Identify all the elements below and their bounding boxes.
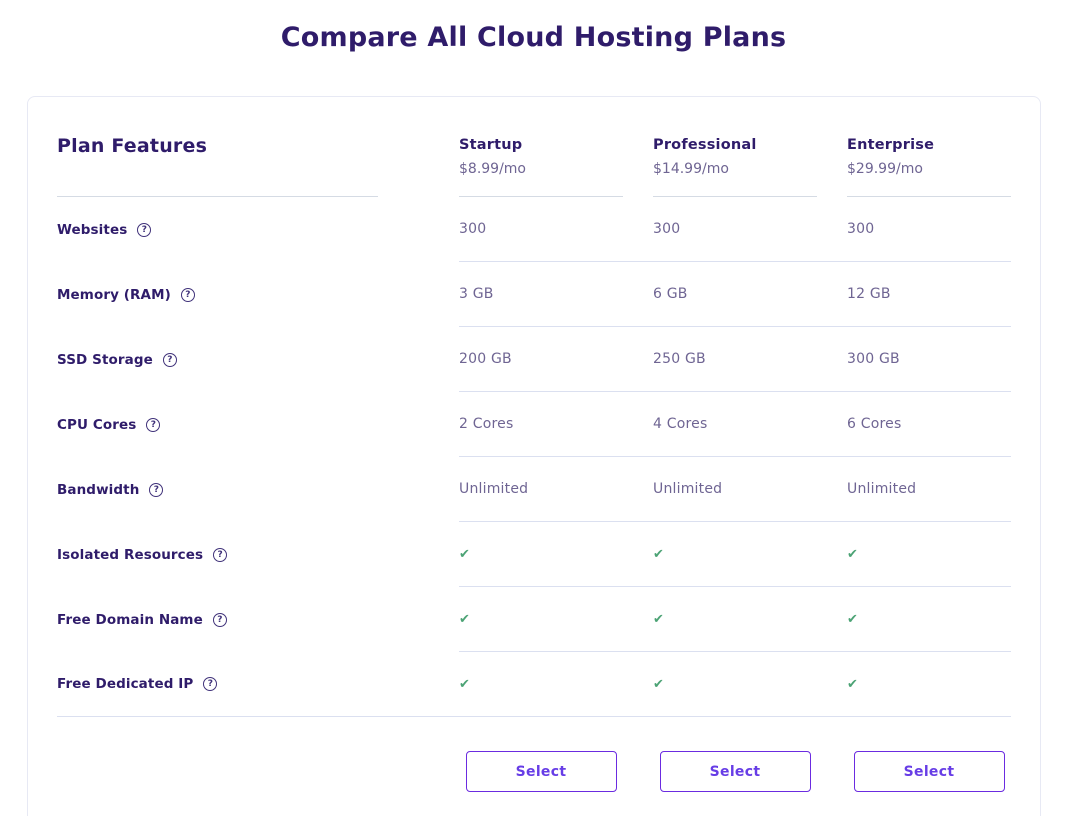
table-row: CPU Cores ? 2 Cores 4 Cores 6 Cores bbox=[57, 392, 1011, 457]
action-cell: Select bbox=[459, 751, 653, 792]
check-icon: ✔ bbox=[653, 677, 847, 692]
feature-cell: Isolated Resources ? bbox=[57, 522, 459, 587]
page-title: Compare All Cloud Hosting Plans bbox=[0, 22, 1067, 53]
select-button-professional[interactable]: Select bbox=[660, 751, 811, 792]
value-cell: 300 bbox=[847, 221, 1011, 237]
table-row: SSD Storage ? 200 GB 250 GB 300 GB bbox=[57, 327, 1011, 392]
value-cell: 6 Cores bbox=[847, 416, 1011, 432]
feature-rows: Websites ? 300 300 300 Memory (RAM) ? 3 … bbox=[57, 197, 1011, 717]
help-icon[interactable]: ? bbox=[213, 613, 227, 627]
table-row: Free Dedicated IP ? ✔ ✔ ✔ bbox=[57, 652, 1011, 717]
feature-cell: Free Domain Name ? bbox=[57, 587, 459, 652]
row-values: 3 GB 6 GB 12 GB bbox=[459, 262, 1011, 327]
plan-header-professional: Professional $14.99/mo bbox=[653, 97, 847, 197]
feature-label: Isolated Resources bbox=[57, 547, 203, 563]
plan-actions: Select Select Select bbox=[57, 751, 1011, 792]
check-icon: ✔ bbox=[847, 612, 1011, 627]
feature-label: CPU Cores bbox=[57, 417, 136, 433]
plan-header-startup: Startup $8.99/mo bbox=[459, 97, 653, 197]
row-values: Unlimited Unlimited Unlimited bbox=[459, 457, 1011, 522]
plan-price: $14.99/mo bbox=[653, 161, 817, 177]
feature-label: Websites bbox=[57, 222, 127, 238]
plan-price: $8.99/mo bbox=[459, 161, 623, 177]
feature-cell: Websites ? bbox=[57, 197, 459, 262]
plans-comparison-card: Plan Features Startup $8.99/mo Professio… bbox=[27, 96, 1041, 816]
feature-cell: Memory (RAM) ? bbox=[57, 262, 459, 327]
help-icon[interactable]: ? bbox=[137, 223, 151, 237]
features-heading: Plan Features bbox=[57, 135, 459, 157]
value-cell: Unlimited bbox=[653, 481, 847, 497]
table-row: Bandwidth ? Unlimited Unlimited Unlimite… bbox=[57, 457, 1011, 522]
check-icon: ✔ bbox=[459, 677, 653, 692]
action-cell: Select bbox=[847, 751, 1011, 792]
feature-cell: Free Dedicated IP ? bbox=[57, 652, 459, 716]
value-cell: Unlimited bbox=[847, 481, 1011, 497]
feature-label: Free Domain Name bbox=[57, 612, 203, 628]
plan-name: Startup bbox=[459, 137, 623, 153]
row-values: ✔ ✔ ✔ bbox=[459, 587, 1011, 652]
value-cell: 3 GB bbox=[459, 286, 653, 302]
value-cell: 250 GB bbox=[653, 351, 847, 367]
table-row: Websites ? 300 300 300 bbox=[57, 197, 1011, 262]
feature-label: Memory (RAM) bbox=[57, 287, 171, 303]
help-icon[interactable]: ? bbox=[213, 548, 227, 562]
feature-cell: CPU Cores ? bbox=[57, 392, 459, 457]
value-cell: 4 Cores bbox=[653, 416, 847, 432]
features-header-cell: Plan Features bbox=[57, 97, 459, 197]
feature-label: Free Dedicated IP bbox=[57, 676, 193, 692]
check-icon: ✔ bbox=[847, 677, 1011, 692]
table-row: Free Domain Name ? ✔ ✔ ✔ bbox=[57, 587, 1011, 652]
select-button-enterprise[interactable]: Select bbox=[854, 751, 1005, 792]
value-cell: 200 GB bbox=[459, 351, 653, 367]
value-cell: 300 bbox=[653, 221, 847, 237]
feature-label: SSD Storage bbox=[57, 352, 153, 368]
help-icon[interactable]: ? bbox=[149, 483, 163, 497]
row-values: 2 Cores 4 Cores 6 Cores bbox=[459, 392, 1011, 457]
table-row: Isolated Resources ? ✔ ✔ ✔ bbox=[57, 522, 1011, 587]
table-row: Memory (RAM) ? 3 GB 6 GB 12 GB bbox=[57, 262, 1011, 327]
check-icon: ✔ bbox=[459, 547, 653, 562]
plan-name: Professional bbox=[653, 137, 817, 153]
value-cell: Unlimited bbox=[459, 481, 653, 497]
check-icon: ✔ bbox=[459, 612, 653, 627]
value-cell: 300 GB bbox=[847, 351, 1011, 367]
check-icon: ✔ bbox=[653, 547, 847, 562]
help-icon[interactable]: ? bbox=[203, 677, 217, 691]
row-values: ✔ ✔ ✔ bbox=[459, 522, 1011, 587]
feature-cell: Bandwidth ? bbox=[57, 457, 459, 522]
check-icon: ✔ bbox=[653, 612, 847, 627]
feature-cell: SSD Storage ? bbox=[57, 327, 459, 392]
plan-header-enterprise: Enterprise $29.99/mo bbox=[847, 97, 1011, 197]
action-cell: Select bbox=[653, 751, 847, 792]
help-icon[interactable]: ? bbox=[163, 353, 177, 367]
value-cell: 6 GB bbox=[653, 286, 847, 302]
row-values: ✔ ✔ ✔ bbox=[459, 652, 1011, 716]
value-cell: 12 GB bbox=[847, 286, 1011, 302]
row-values: 200 GB 250 GB 300 GB bbox=[459, 327, 1011, 392]
actions-spacer bbox=[57, 751, 459, 792]
value-cell: 2 Cores bbox=[459, 416, 653, 432]
check-icon: ✔ bbox=[847, 547, 1011, 562]
value-cell: 300 bbox=[459, 221, 653, 237]
select-button-startup[interactable]: Select bbox=[466, 751, 617, 792]
help-icon[interactable]: ? bbox=[146, 418, 160, 432]
row-values: 300 300 300 bbox=[459, 197, 1011, 262]
table-header: Plan Features Startup $8.99/mo Professio… bbox=[57, 97, 1011, 197]
plan-name: Enterprise bbox=[847, 137, 1011, 153]
plan-price: $29.99/mo bbox=[847, 161, 1011, 177]
help-icon[interactable]: ? bbox=[181, 288, 195, 302]
feature-label: Bandwidth bbox=[57, 482, 139, 498]
